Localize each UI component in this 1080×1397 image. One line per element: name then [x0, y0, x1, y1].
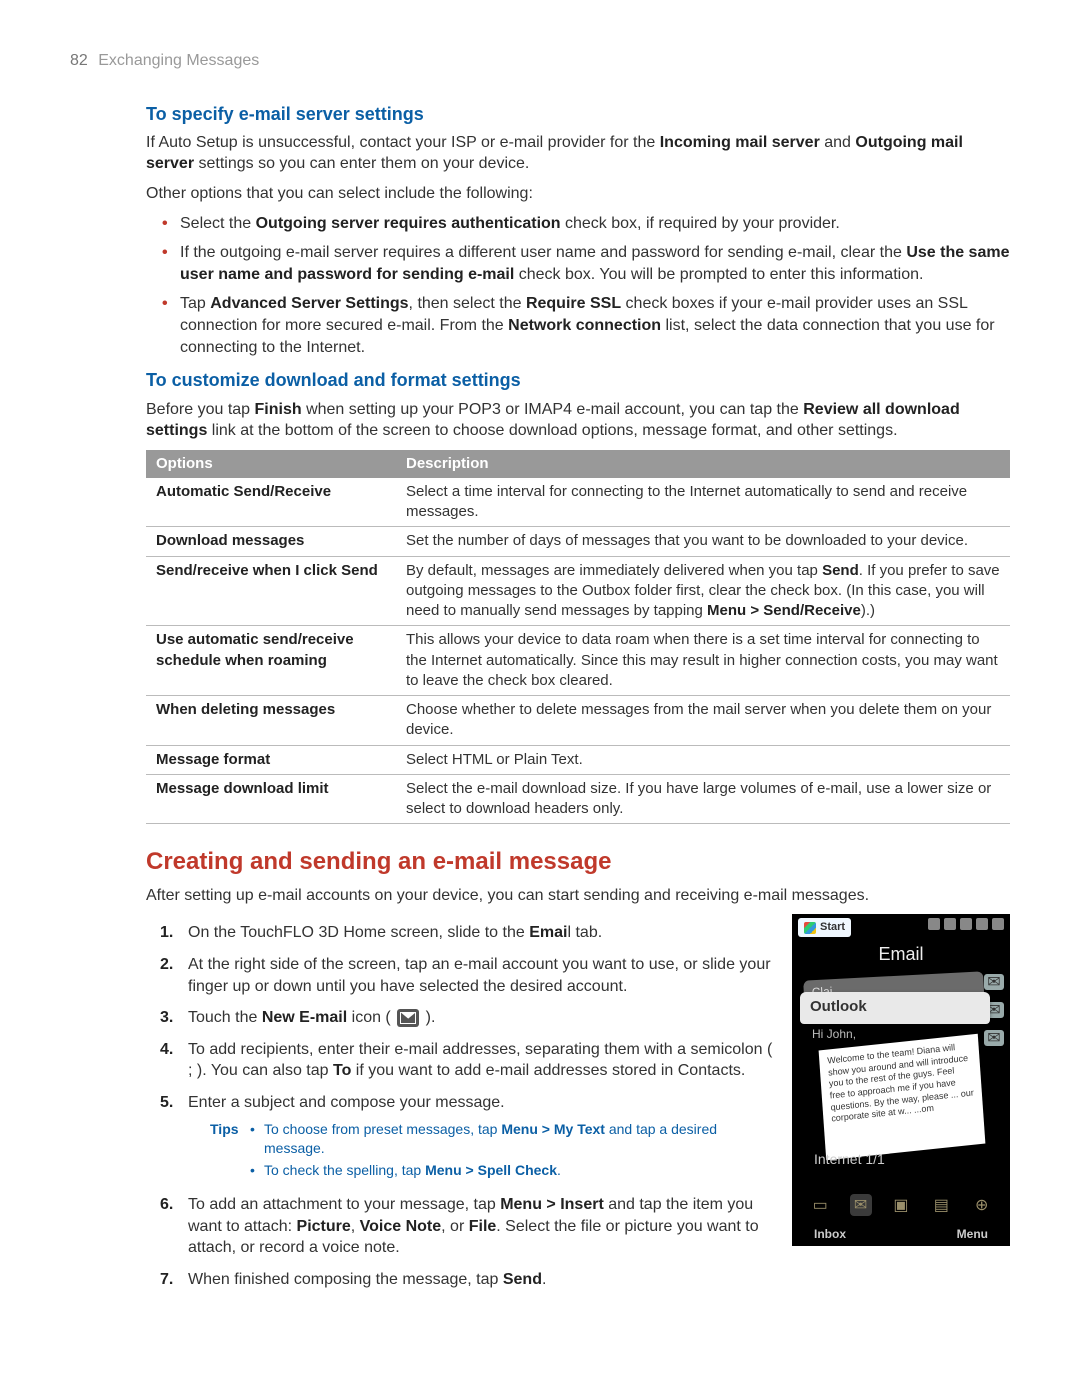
globe-icon: ⊕ — [971, 1194, 993, 1216]
page-header: 82 Exchanging Messages — [70, 50, 1010, 72]
calendar-icon: ▤ — [930, 1194, 952, 1216]
windows-flag-icon — [804, 922, 816, 934]
message-header: Hi John, — [812, 1026, 856, 1042]
intro-creating: After setting up e-mail accounts on your… — [146, 885, 1010, 907]
device-screenshot: Start Email ✉ ✉ ✉ Clai... Outlook — [792, 914, 1010, 1246]
heading-download-format: To customize download and format setting… — [146, 368, 1010, 392]
section-title: Exchanging Messages — [98, 52, 259, 69]
table-row: Message format Select HTML or Plain Text… — [146, 745, 1010, 774]
mail-icon: ✉ — [984, 1030, 1004, 1046]
options-table: Options Description Automatic Send/Recei… — [146, 450, 1010, 825]
status-icon — [976, 918, 988, 930]
status-icon — [992, 918, 1004, 930]
step-7: When finished composing the message, tap… — [188, 1269, 774, 1291]
step-3: Touch the New E-mail icon ( ). — [188, 1007, 774, 1029]
mail-icon: ✉ — [850, 1194, 872, 1216]
screen-title: Email — [792, 942, 1010, 966]
status-icon — [928, 918, 940, 930]
step-5: Enter a subject and compose your message… — [188, 1092, 774, 1184]
softkey-left: Inbox — [814, 1226, 846, 1242]
th-description: Description — [396, 450, 1010, 478]
step-6: To add an attachment to your message, ta… — [188, 1194, 774, 1259]
softkey-right: Menu — [957, 1226, 988, 1242]
account-indicator: Internet 1/1 — [814, 1150, 885, 1169]
table-row: Download messages Set the number of days… — [146, 527, 1010, 556]
tips-label: Tips — [210, 1120, 250, 1185]
status-icons — [928, 918, 1004, 930]
softkey-bar: Inbox Menu — [792, 1226, 1010, 1242]
step-2: At the right side of the screen, tap an … — [188, 954, 774, 997]
mail-icon: ✉ — [984, 974, 1004, 990]
steps-list: On the TouchFLO 3D Home screen, slide to… — [146, 922, 774, 1290]
page-number: 82 — [70, 52, 88, 69]
table-row: Automatic Send/Receive Select a time int… — [146, 478, 1010, 527]
table-row: Message download limit Select the e-mail… — [146, 774, 1010, 824]
status-icon — [944, 918, 956, 930]
table-row: Use automatic send/receive schedule when… — [146, 626, 1010, 696]
tip-2: To check the spelling, tap Menu > Spell … — [250, 1161, 774, 1180]
heading-server-settings: To specify e-mail server settings — [146, 102, 1010, 126]
table-row: Send/receive when I click Send By defaul… — [146, 556, 1010, 626]
server-bullet-2: If the outgoing e-mail server requires a… — [180, 242, 1010, 285]
mail-icon — [397, 1009, 419, 1027]
tip-1: To choose from preset messages, tap Menu… — [250, 1120, 774, 1158]
speech-icon: ▭ — [809, 1194, 831, 1216]
table-row: When deleting messages Choose whether to… — [146, 696, 1010, 746]
th-options: Options — [146, 450, 396, 478]
step-4: To add recipients, enter their e-mail ad… — [188, 1039, 774, 1082]
message-preview-envelope: Welcome to the team! Diana will show you… — [819, 1034, 986, 1161]
server-bullet-3: Tap Advanced Server Settings, then selec… — [180, 293, 1010, 358]
start-button: Start — [798, 918, 851, 937]
para-server-1: If Auto Setup is unsuccessful, contact y… — [146, 132, 1010, 175]
server-bullet-list: Select the Outgoing server requires auth… — [146, 213, 1010, 359]
start-label: Start — [820, 920, 845, 935]
camera-icon: ▣ — [890, 1194, 912, 1216]
step-1: On the TouchFLO 3D Home screen, slide to… — [188, 922, 774, 944]
account-tab-front: Outlook — [800, 992, 990, 1024]
para-server-2: Other options that you can select includ… — [146, 183, 1010, 205]
heading-creating-sending: Creating and sending an e-mail message — [146, 846, 1010, 878]
para-download-1: Before you tap Finish when setting up yo… — [146, 399, 1010, 442]
server-bullet-1: Select the Outgoing server requires auth… — [180, 213, 1010, 235]
tips-block: Tips To choose from preset messages, tap… — [210, 1120, 774, 1185]
bottom-icon-row: ▭ ✉ ▣ ▤ ⊕ — [792, 1194, 1010, 1216]
status-icon — [960, 918, 972, 930]
